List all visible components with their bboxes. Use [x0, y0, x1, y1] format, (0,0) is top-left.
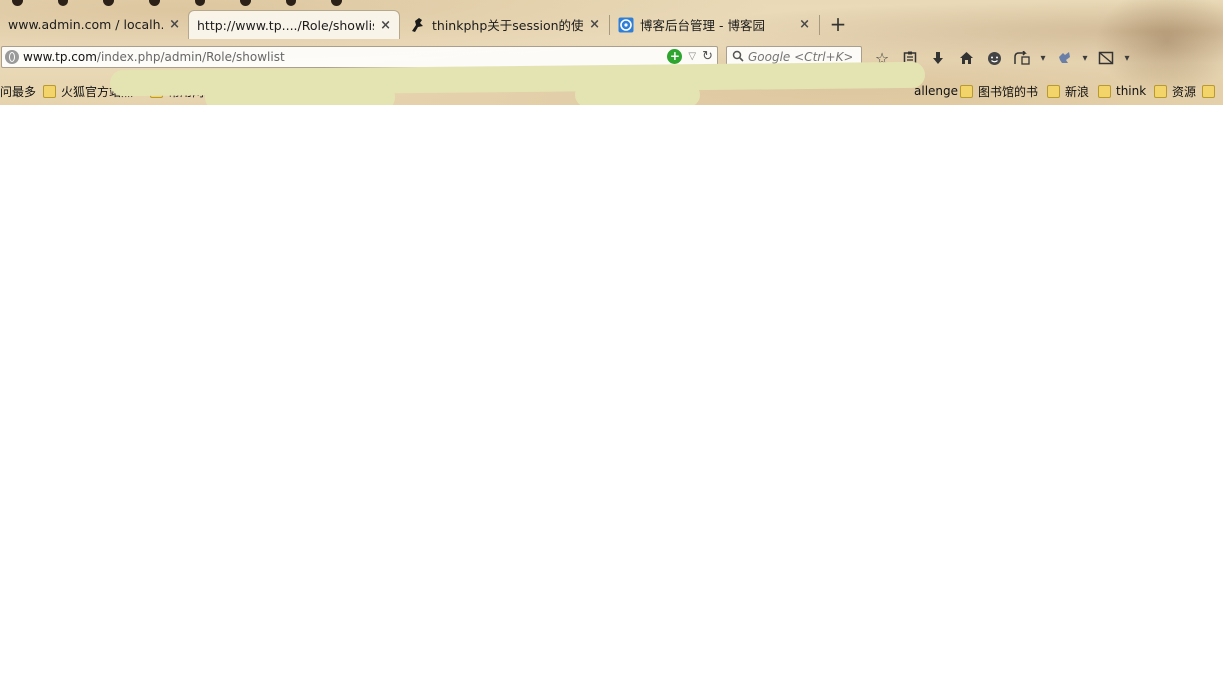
tab-label: www.admin.com / localh...: [8, 17, 164, 32]
chevron-down-icon[interactable]: ▾: [1036, 46, 1050, 70]
globe-icon: [5, 50, 19, 64]
tab-label: 博客后台管理 - 博客园: [640, 18, 765, 33]
bookmark-label: 新浪: [1065, 84, 1090, 99]
folder-icon: [960, 84, 973, 98]
new-tab-button[interactable]: +: [829, 14, 847, 34]
tab-admin[interactable]: www.admin.com / localh... ×: [0, 11, 188, 38]
bookmark-label: 问最多: [0, 84, 37, 99]
close-icon[interactable]: ×: [799, 17, 810, 32]
tab-thinkphp-session[interactable]: thinkphp关于session的使... ×: [402, 11, 608, 38]
close-icon[interactable]: ×: [380, 18, 391, 33]
folder-icon: [1098, 84, 1111, 98]
bookmark-most-visited[interactable]: 问最多: [0, 83, 36, 99]
undo-close-tab-icon[interactable]: [1008, 46, 1036, 70]
tab-label: thinkphp关于session的使...: [432, 18, 584, 33]
download-icon[interactable]: [924, 46, 952, 70]
chevron-down-icon[interactable]: ▾: [1078, 46, 1092, 70]
bookmark-library-books[interactable]: 图书馆的书: [960, 83, 1038, 99]
bookmark-think[interactable]: think: [1098, 83, 1146, 99]
home-icon[interactable]: [952, 46, 980, 70]
dropdown-arrow-icon[interactable]: ▽: [688, 51, 696, 62]
close-icon[interactable]: ×: [169, 17, 180, 32]
bird-icon: [410, 17, 426, 33]
tab-bar: www.admin.com / localh... × http://www.t…: [0, 9, 1223, 39]
bookmark-label: allenge: [914, 84, 959, 98]
go-icon[interactable]: +: [667, 49, 683, 64]
chevron-down-icon[interactable]: ▾: [1120, 46, 1134, 70]
tab-separator: [819, 15, 820, 35]
chat-icon[interactable]: [980, 46, 1008, 70]
tab-label: http://www.tp..../Role/showlist: [197, 17, 375, 33]
redaction-mark: [205, 82, 395, 105]
browser-chrome: www.admin.com / localh... × http://www.t…: [0, 0, 1223, 105]
tab-role-showlist[interactable]: http://www.tp..../Role/showlist ×: [188, 10, 400, 39]
bookmark-label: 资源: [1172, 84, 1197, 99]
page-content: [0, 105, 1223, 679]
bookmark-challenge[interactable]: allenge: [914, 83, 958, 99]
folder-icon: [1202, 84, 1216, 98]
close-icon[interactable]: ×: [589, 17, 600, 32]
addon-puzzle-icon[interactable]: [1050, 46, 1078, 70]
bookmark-label: think: [1116, 84, 1147, 98]
bookmarks-toolbar: 问最多 火狐官方站点 常用网址 allenge 图书馆的书 新浪 think 资…: [0, 61, 1223, 105]
tab-cnblogs-admin[interactable]: 博客后台管理 - 博客园 ×: [610, 11, 818, 38]
cnblogs-icon: [618, 17, 634, 33]
folder-icon: [43, 84, 56, 98]
folder-icon: [1047, 84, 1060, 98]
screenshot-tool-icon[interactable]: [1092, 46, 1120, 70]
reload-icon[interactable]: ↻: [702, 49, 713, 64]
bookmark-label: 图书馆的书: [978, 84, 1039, 99]
redaction-mark: [575, 83, 700, 105]
decorative-dots: [0, 0, 342, 6]
bookmark-sina[interactable]: 新浪: [1047, 83, 1089, 99]
folder-icon: [1154, 84, 1167, 98]
search-icon: [732, 50, 744, 65]
bookmark-resources[interactable]: 资源: [1154, 83, 1220, 99]
url-domain: www.tp.com: [23, 50, 97, 64]
url-path: /index.php/admin/Role/showlist: [96, 50, 285, 64]
